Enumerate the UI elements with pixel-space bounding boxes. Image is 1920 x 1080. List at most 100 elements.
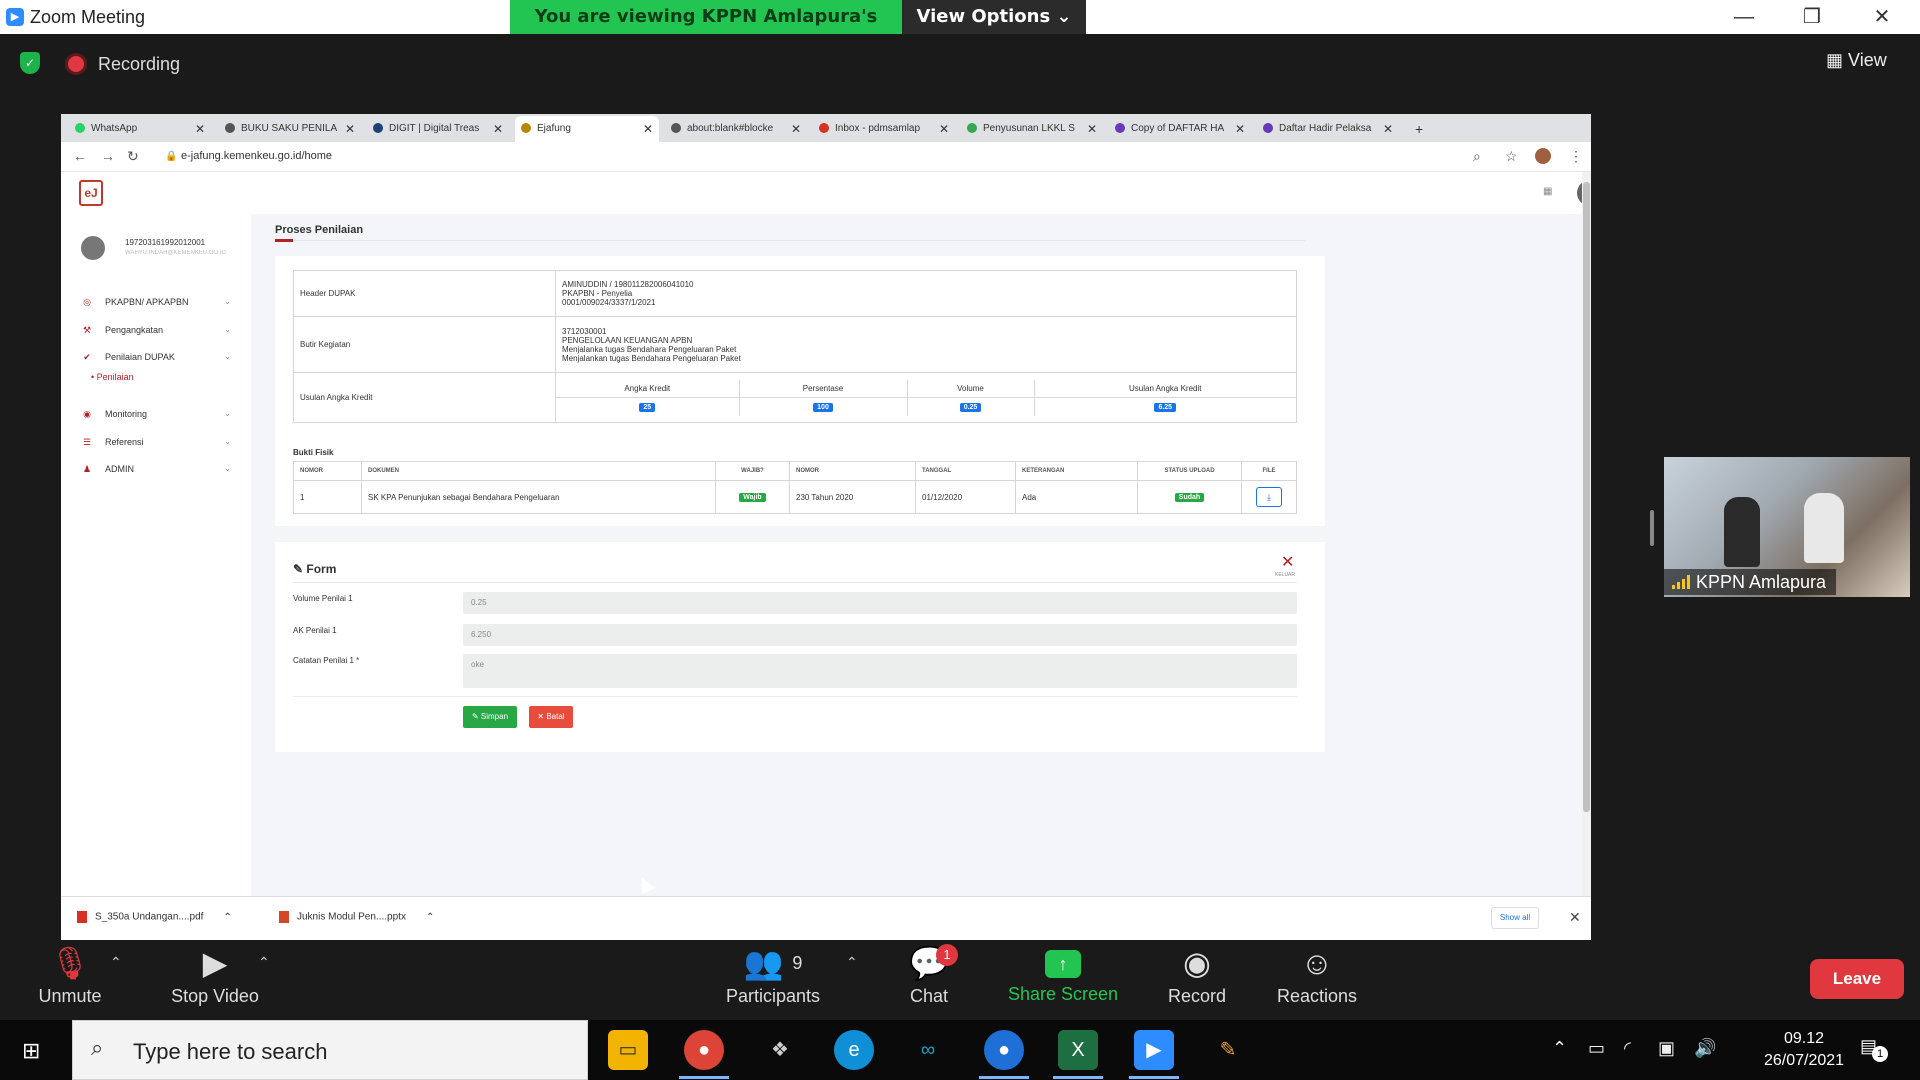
security-shield-icon[interactable]: ✓ (20, 52, 40, 74)
zoom-icon[interactable]: ▶ (1134, 1030, 1174, 1070)
unmute-button[interactable]: 🎙 Unmute (30, 940, 110, 1020)
sidebar-item-monitoring[interactable]: ◉ Monitoring ⌄ (81, 406, 231, 422)
audio-options-caret-icon[interactable]: ⌃ (110, 954, 122, 971)
arduino-icon[interactable]: ∞ (908, 1030, 948, 1070)
tab-close-icon[interactable]: ✕ (939, 116, 949, 142)
taskbar-clock[interactable]: 09.12 26/07/2021 (1754, 1028, 1854, 1072)
restore-icon[interactable]: ❐ (1792, 4, 1832, 30)
chrome-icon[interactable]: ● (684, 1030, 724, 1070)
bookmark-star-icon[interactable]: ☆ (1505, 148, 1518, 165)
browser-tab[interactable]: BUKU SAKU PENILA ✕ (219, 116, 361, 142)
tab-close-icon[interactable]: ✕ (1087, 116, 1097, 142)
sidebar-item-penilaian-dupak[interactable]: ✔ Penilaian DUPAK ⌄ (81, 349, 231, 365)
scrollbar-thumb[interactable] (1583, 182, 1590, 812)
paint-icon[interactable]: ✎ (1208, 1030, 1248, 1070)
dropbox-icon[interactable]: ❖ (760, 1030, 800, 1070)
kebab-menu-icon[interactable]: ⋮ (1569, 148, 1583, 165)
column-header: KETERANGAN (1015, 461, 1138, 481)
lock-icon[interactable]: 🔒 (165, 151, 177, 162)
tab-close-icon[interactable]: ✕ (195, 116, 205, 142)
close-icon[interactable]: ✕ (1862, 4, 1902, 30)
browser-tab[interactable]: WhatsApp ✕ (69, 116, 211, 142)
view-options-button[interactable]: View Options ⌄ (902, 0, 1086, 34)
zoom-magnifier-icon[interactable]: ⌕ (1473, 148, 1481, 165)
save-button[interactable]: ✎ Simpan (463, 706, 517, 728)
new-tab-icon[interactable]: + (1409, 116, 1429, 142)
participant-video[interactable]: KPPN Amlapura (1664, 457, 1910, 597)
taskbar-search-box[interactable]: ⌕ Type here to search (72, 1020, 588, 1080)
reload-icon[interactable]: ↻ (127, 148, 139, 165)
catatan-textarea[interactable]: oke (463, 654, 1297, 688)
browser-tab[interactable]: DIGIT | Digital Treas ✕ (367, 116, 509, 142)
browser-tab[interactable]: about:blank#blocke ✕ (665, 116, 807, 142)
sidebar-item-referensi[interactable]: ☰ Referensi ⌄ (81, 434, 231, 450)
page-scrollbar[interactable] (1582, 172, 1591, 896)
tab-close-icon[interactable]: ✕ (643, 116, 653, 142)
stop-video-button[interactable]: ▶ Stop Video (160, 940, 270, 1020)
show-all-button[interactable]: Show all (1491, 907, 1539, 929)
tab-close-icon[interactable]: ✕ (791, 116, 801, 142)
cancel-button[interactable]: ✕ Batal (529, 706, 573, 728)
close-downloads-icon[interactable]: ✕ (1569, 909, 1581, 926)
share-screen-button[interactable]: ↑ Share Screen (1006, 940, 1120, 1020)
show-hidden-icons-icon[interactable]: ⌃ (1552, 1038, 1567, 1059)
windows-start-icon[interactable]: ⊞ (22, 1038, 40, 1064)
download-file-button[interactable]: ⤓ (1256, 487, 1282, 507)
back-icon[interactable]: ← (73, 148, 87, 164)
display-icon[interactable]: ▣ (1658, 1038, 1675, 1059)
share-screen-label: Share Screen (1007, 984, 1119, 1004)
participants-caret-icon[interactable]: ⌃ (846, 954, 858, 971)
form-close-icon[interactable]: ✕ (1281, 552, 1294, 572)
download-item[interactable]: Juknis Modul Pen....pptx ⌃ (279, 911, 434, 923)
volume-input[interactable]: 0.25 (463, 592, 1297, 614)
edge-icon[interactable]: e (834, 1030, 874, 1070)
search-placeholder: Type here to search (133, 1039, 328, 1064)
excel-icon[interactable]: X (1058, 1030, 1098, 1070)
recording-label[interactable]: Recording (98, 54, 180, 75)
notifications-icon[interactable]: ▤ 1 (1860, 1036, 1888, 1062)
leave-button[interactable]: Leave (1810, 959, 1904, 999)
battery-icon[interactable]: ▭ (1588, 1038, 1605, 1059)
sidebar-item-pkapbn[interactable]: ◎ PKAPBN/ APKAPBN ⌄ (81, 294, 231, 310)
apps-grid-icon[interactable]: ▦ (1543, 186, 1552, 197)
url-field[interactable]: e-jafung.kemenkeu.go.id/home (181, 150, 332, 162)
ak-input[interactable]: 6.250 (463, 624, 1297, 646)
usulan-inner-table: Angka Kredit Persentase Volume Usulan An… (556, 379, 1296, 416)
browser-tab[interactable]: Daftar Hadir Pelaksa ✕ (1257, 116, 1399, 142)
volume-icon[interactable]: 🔊 (1694, 1038, 1716, 1059)
profile-avatar[interactable] (1535, 148, 1551, 164)
cell-nomor-dokumen: 230 Tahun 2020 (789, 480, 916, 514)
download-item[interactable]: S_350a Undangan....pdf ⌃ (77, 911, 232, 923)
view-button[interactable]: ▦ View (1826, 50, 1887, 71)
chevron-up-icon[interactable]: ⌃ (223, 912, 231, 923)
chevron-down-icon: ⌄ (224, 352, 231, 361)
participants-label: Participants (725, 986, 821, 1006)
user-nip: 197203161992012001 (125, 238, 206, 247)
chrome-profile-icon[interactable]: ● (984, 1030, 1024, 1070)
wifi-icon[interactable]: ◜ (1624, 1038, 1631, 1059)
form-close-label[interactable]: KELUAR (1275, 572, 1295, 578)
ejafung-logo[interactable]: eJ (79, 180, 103, 206)
forward-icon[interactable]: → (101, 148, 115, 164)
file-explorer-icon[interactable]: ▭ (608, 1030, 648, 1070)
browser-tab-active[interactable]: Ejafung ✕ (515, 116, 659, 142)
sidebar-item-admin[interactable]: ♟ ADMIN ⌄ (81, 461, 231, 477)
minimize-icon[interactable]: — (1724, 4, 1764, 30)
video-options-caret-icon[interactable]: ⌃ (258, 954, 270, 971)
browser-tab[interactable]: Penyusunan LKKL S ✕ (961, 116, 1103, 142)
sidebar-item-pengangkatan[interactable]: ⚒ Pengangkatan ⌄ (81, 322, 231, 338)
browser-tab[interactable]: Inbox - pdmsamlap ✕ (813, 116, 955, 142)
panel-drag-handle[interactable] (1650, 510, 1654, 546)
usulan-values: Angka Kredit Persentase Volume Usulan An… (555, 372, 1297, 423)
chevron-up-icon[interactable]: ⌃ (426, 912, 434, 923)
reactions-button[interactable]: ☺ Reactions (1266, 940, 1368, 1020)
browser-tab[interactable]: Copy of DAFTAR HA ✕ (1109, 116, 1251, 142)
tab-close-icon[interactable]: ✕ (1235, 116, 1245, 142)
tab-close-icon[interactable]: ✕ (1383, 116, 1393, 142)
participants-button[interactable]: 👥 9 Participants (718, 940, 828, 1020)
tab-close-icon[interactable]: ✕ (493, 116, 503, 142)
sidebar-subitem-penilaian[interactable]: • Penilaian (91, 372, 134, 382)
tab-close-icon[interactable]: ✕ (345, 116, 355, 142)
record-button[interactable]: ◉ Record (1130, 940, 1264, 1020)
sidebar-subitem-label: Penilaian (96, 372, 134, 382)
